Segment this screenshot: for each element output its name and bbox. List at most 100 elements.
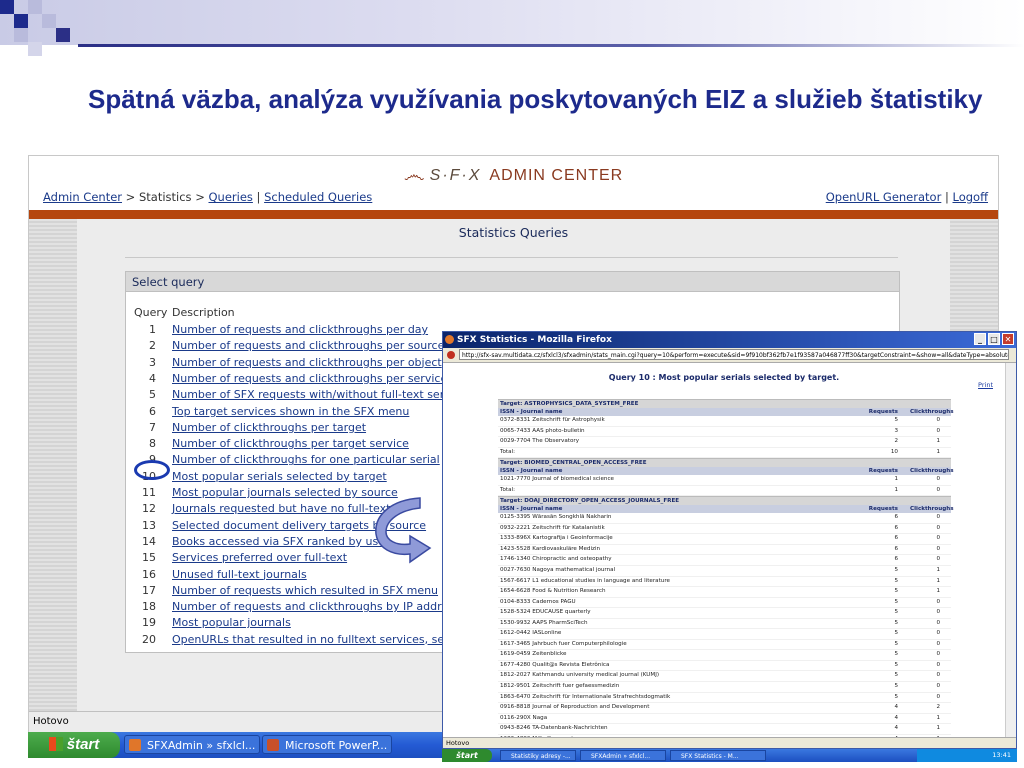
column-header-row: ISSN - Journal name Requests Clickthroughs	[498, 467, 954, 476]
query-link[interactable]: Top target services shown in the SFX men…	[172, 404, 409, 420]
breadcrumb-admin-center[interactable]: Admin Center	[43, 190, 122, 204]
curved-arrow-icon	[375, 497, 432, 564]
scrollbar[interactable]	[1005, 363, 1016, 737]
decor-square	[0, 0, 14, 14]
clickthroughs-count: 2	[936, 704, 940, 711]
journal-name: 1619-0459 Zeitenblicke	[500, 651, 567, 658]
logoff-link[interactable]: Logoff	[953, 190, 989, 204]
maximize-icon[interactable]: □	[988, 333, 1000, 345]
table-row: 1333-896X Kartografija i Geoinformacije 6…	[498, 534, 951, 545]
table-row: 1021-7770 Journal of biomedical science 1…	[498, 475, 951, 486]
requests-count: 5	[894, 577, 898, 584]
clickthroughs-count: 0	[936, 651, 940, 658]
journal-name: 0932-2221 Zeitschrift für Katalanistik	[500, 524, 605, 531]
url-input[interactable]: http://sfx-sav.multidata.cz/sfxlcl3/sfxa…	[459, 349, 1009, 360]
query-link[interactable]: Books accessed via SFX ranked by use	[172, 534, 385, 550]
start-button[interactable]: štart	[28, 732, 120, 758]
query-number: 20	[142, 632, 156, 646]
openurl-generator-link[interactable]: OpenURL Generator	[826, 190, 942, 204]
total-clickthroughs: 1	[936, 448, 940, 455]
table-row: 0104-8333 Cadernos PAGU 5 0	[498, 598, 951, 609]
clickthroughs-count: 0	[936, 683, 940, 690]
clickthroughs-count: 1	[936, 588, 940, 595]
clickthroughs-count: 1	[936, 577, 940, 584]
journal-name: 0125-3395 Wārasān Songkhlā Nakharin	[500, 514, 612, 521]
system-tray: 13:41	[917, 749, 1017, 762]
minimize-icon[interactable]: _	[974, 333, 986, 345]
sfx-swirl-icon: ෴	[403, 162, 426, 187]
sfx-logo-letters: S·F·X	[429, 167, 482, 184]
requests-column-header: Requests	[868, 409, 898, 415]
requests-count: 5	[894, 683, 898, 690]
query-link[interactable]: Most popular serials selected by target	[172, 469, 387, 485]
journal-name: 0116-290X Naga	[500, 714, 548, 721]
query-link[interactable]: Number of clickthroughs per target servi…	[172, 436, 409, 452]
table-row: 1567-6617 L1 educational studies in lang…	[498, 577, 951, 588]
query-link[interactable]: Most popular journals selected by source	[172, 485, 398, 501]
clickthroughs-count: 0	[936, 514, 940, 521]
total-requests: 10	[890, 448, 898, 455]
requests-count: 1	[894, 476, 898, 483]
query-link[interactable]: Journals requested but have no full-text	[172, 501, 390, 517]
requests-count: 4	[894, 714, 898, 721]
sfx-logo-text: ADMIN CENTER	[489, 167, 624, 184]
query-link[interactable]: Unused full-text journals	[172, 567, 307, 583]
requests-count: 2	[894, 438, 898, 445]
highlight-circle	[134, 460, 170, 480]
target-header: Target: DOAJ_DIRECTORY_OPEN_ACCESS_JOURN…	[498, 496, 951, 506]
total-row: Total: 1 0	[498, 486, 951, 497]
journal-name: 1530-9932 AAPS PharmSciTech	[500, 619, 588, 626]
print-link[interactable]: Print	[978, 381, 993, 389]
journal-name: 1812-9501 Zeitschrift fuer gefaessmedizi…	[500, 683, 620, 690]
query-link[interactable]: Number of clickthroughs per target	[172, 420, 366, 436]
divider	[125, 257, 898, 258]
taskbar: štart SFXAdmin » sfxlcl... Microsoft Pow…	[28, 732, 442, 758]
taskbar-item-sfxadmin[interactable]: SFXAdmin » sfxlcl...	[124, 735, 260, 754]
taskbar-item[interactable]: Statistiky adresy -...	[500, 750, 576, 761]
taskbar-item-powerpoint[interactable]: Microsoft PowerP...	[262, 735, 392, 754]
total-label: Total:	[500, 448, 515, 455]
journal-name: 0065-7433 AAS photo-bulletin	[500, 427, 585, 434]
requests-count: 5	[894, 630, 898, 637]
query-link[interactable]: Number of clickthroughs for one particul…	[172, 452, 440, 468]
query-number: 8	[149, 437, 156, 451]
requests-column-header: Requests	[868, 468, 898, 475]
requests-count: 6	[894, 556, 898, 563]
journal-name: 1617-3465 Jahrbuch fuer Computerphilolog…	[500, 640, 627, 647]
journal-name: 0916-8818 Journal of Reproduction and De…	[500, 704, 650, 711]
requests-count: 5	[894, 661, 898, 668]
breadcrumb-queries[interactable]: Queries	[209, 190, 253, 204]
clickthroughs-count: 0	[936, 524, 940, 531]
query-link[interactable]: Number of SFX requests with/without full…	[172, 387, 472, 403]
query-link[interactable]: Number of requests and clickthroughs per…	[172, 338, 444, 354]
query-link[interactable]: Number of requests and clickthroughs per…	[172, 322, 428, 338]
query-link[interactable]: Services preferred over full-text	[172, 550, 347, 566]
journal-name: 0104-8333 Cadernos PAGU	[500, 598, 576, 605]
query-link[interactable]: Number of requests and clickthroughs per…	[172, 355, 442, 371]
taskbar-item[interactable]: SFXAdmin » sfxlcl...	[580, 750, 666, 761]
clickthroughs-count: 0	[936, 476, 940, 483]
scheduled-queries-link[interactable]: Scheduled Queries	[264, 190, 372, 204]
query-link[interactable]: Number of requests and clickthroughs by …	[172, 599, 460, 615]
requests-count: 6	[894, 514, 898, 521]
query-link[interactable]: OpenURLs that resulted in no fulltext se…	[172, 632, 478, 648]
table-row: 1677-4280 Qualit@s Revista Eletrônica 5 0	[498, 661, 951, 672]
table-row: 1617-3465 Jahrbuch fuer Computerphilolog…	[498, 640, 951, 651]
requests-count: 5	[894, 640, 898, 647]
start-button[interactable]: štart	[442, 749, 492, 762]
breadcrumb-statistics: Statistics	[138, 190, 192, 204]
query-link[interactable]: Number of requests and clickthroughs per…	[172, 371, 447, 387]
status-bar: Hotovo	[443, 737, 1016, 748]
breadcrumb-sep: >	[122, 190, 139, 204]
clickthroughs-count: 0	[936, 672, 940, 679]
table-row: 0027-7630 Nagoya mathematical journal 5 1	[498, 566, 951, 577]
start-label: štart	[66, 736, 100, 753]
decor-square	[28, 42, 42, 56]
query-link[interactable]: Number of requests which resulted in SFX…	[172, 583, 438, 599]
taskbar-item[interactable]: SFX Statistics - M...	[670, 750, 766, 761]
page-content: Query 10 : Most popular serials selected…	[443, 363, 1005, 748]
requests-count: 3	[894, 427, 898, 434]
query-link[interactable]: Most popular journals	[172, 615, 291, 631]
query-column-header: Query	[134, 306, 168, 319]
close-icon[interactable]: ✕	[1002, 333, 1014, 345]
